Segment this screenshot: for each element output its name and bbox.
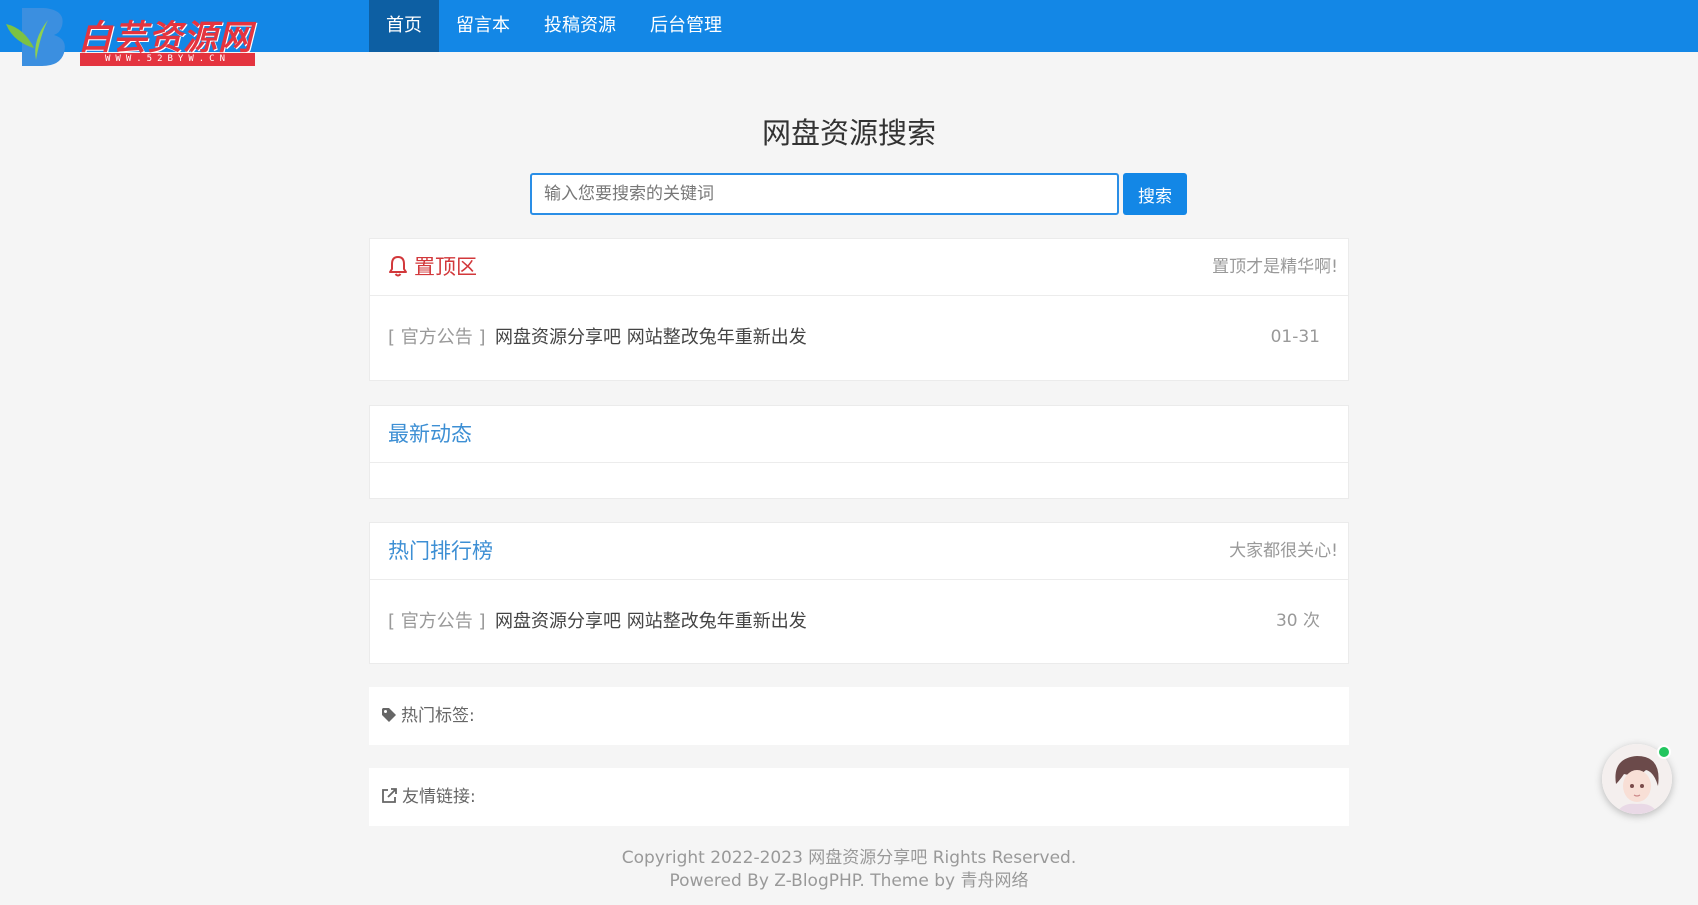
hot-tags-text: 热门标签: [401, 706, 475, 726]
page-footer: Copyright 2022-2023 网盘资源分享吧 Rights Reser… [0, 847, 1698, 893]
pinned-panel: 置顶区 置顶才是精华啊! [ 官方公告 ] 网盘资源分享吧 网站整改兔年重新出发… [369, 238, 1349, 381]
tag-icon [382, 707, 396, 722]
latest-panel-header: 最新动态 [370, 406, 1348, 463]
latest-panel: 最新动态 [369, 405, 1349, 499]
pinned-panel-title: 置顶区 [388, 239, 477, 296]
footer-copyright: Copyright 2022-2023 网盘资源分享吧 Rights Reser… [621, 848, 1077, 868]
pinned-title-text: 置顶区 [414, 255, 477, 279]
pinned-panel-note: 置顶才是精华啊! [1212, 257, 1338, 277]
bell-icon [389, 256, 407, 277]
search-input[interactable] [530, 173, 1119, 215]
friend-links-panel: 友情链接: [369, 768, 1349, 826]
search-title: 网盘资源搜索 [761, 116, 936, 150]
item-date: 01-31 [1270, 327, 1320, 347]
pinned-panel-header: 置顶区 置顶才是精华啊! [370, 239, 1348, 296]
nav-item-home[interactable]: 首页 [369, 0, 439, 52]
item-title-link[interactable]: 网盘资源分享吧 网站整改兔年重新出发 [495, 580, 807, 663]
latest-panel-title: 最新动态 [388, 422, 472, 446]
hot-panel-title: 热门排行榜 [388, 539, 493, 563]
item-category[interactable]: [ 官方公告 ] [388, 296, 486, 379]
friend-links-label: 友情链接: [381, 768, 476, 826]
item-title-link[interactable]: 网盘资源分享吧 网站整改兔年重新出发 [495, 296, 807, 379]
logo-subtext: WWW.52BYW.CN [80, 53, 255, 66]
hot-panel-note: 大家都很关心! [1229, 541, 1338, 561]
friend-links-text: 友情链接: [402, 787, 476, 807]
hot-tags-label: 热门标签: [381, 687, 475, 745]
external-link-icon [382, 788, 397, 803]
item-views: 30 次 [1275, 611, 1320, 631]
hot-panel-header: 热门排行榜 大家都很关心! [370, 523, 1348, 580]
nav-item-submit[interactable]: 投稿资源 [527, 0, 633, 52]
nav-item-admin[interactable]: 后台管理 [633, 0, 739, 52]
search-button[interactable]: 搜索 [1123, 173, 1187, 215]
item-category[interactable]: [ 官方公告 ] [388, 580, 486, 663]
online-status-dot [1657, 745, 1671, 759]
footer-powered: Powered By Z-BlogPHP. Theme by 青舟网络 [669, 871, 1029, 891]
logo-text: 白芸资源网 [78, 18, 253, 58]
hot-panel: 热门排行榜 大家都很关心! [ 官方公告 ] 网盘资源分享吧 网站整改兔年重新出… [369, 522, 1349, 664]
nav-item-guestbook[interactable]: 留言本 [439, 0, 527, 52]
site-logo[interactable]: 白芸资源网 WWW.52BYW.CN [4, 6, 255, 66]
top-nav-bar: 白芸资源网 WWW.52BYW.CN 首页 留言本 投稿资源 后台管理 [0, 0, 1698, 66]
list-item: [ 官方公告 ] 网盘资源分享吧 网站整改兔年重新出发 30 次 [370, 580, 1348, 663]
logo-mark-icon [6, 8, 65, 66]
main-nav: 首页 留言本 投稿资源 后台管理 [369, 0, 739, 52]
list-item: [ 官方公告 ] 网盘资源分享吧 网站整改兔年重新出发 01-31 [370, 296, 1348, 379]
hot-tags-panel: 热门标签: [369, 687, 1349, 745]
